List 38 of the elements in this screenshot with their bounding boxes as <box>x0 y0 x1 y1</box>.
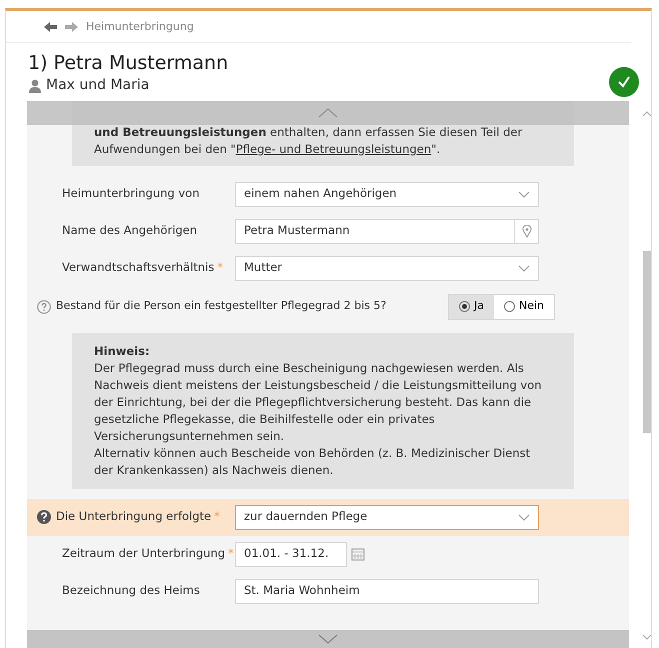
text-field[interactable]: St. Maria Wohnheim <box>235 578 539 604</box>
field-label: Die Unterbringung erfolgte <box>56 508 212 526</box>
person-icon <box>28 78 42 93</box>
field-label: Bezeichnung des Heims <box>62 582 200 600</box>
scroll-up-bar[interactable] <box>27 100 630 124</box>
date-field[interactable]: 01.01. - 31.12. <box>235 542 347 566</box>
forward-arrow-icon[interactable] <box>65 22 78 32</box>
person-subtitle: Max und Maria <box>46 76 150 96</box>
field-label: Zeitraum der Unterbringung <box>62 545 226 562</box>
required-mark: * <box>214 508 220 526</box>
hint-text: Der Pflegegrad muss durch eine Bescheinigung nachgewiesen werden. Als Nachweis dient meistens der Leistungsbescheid / die Leistungsmitteilung von der Einrichtung, bei der die Pflegepflichtversicherung besteht. Das kann die gesetzliche Pflegekasse, die Beihilfestelle oder ein privates Versicherungsunternehmen sein. <box>94 360 543 444</box>
chevron-down-icon <box>318 634 338 644</box>
chevron-up-icon <box>318 108 338 118</box>
location-pin-icon <box>522 224 532 238</box>
dropdown-field[interactable]: zur dauernden Pflege <box>235 504 539 530</box>
calendar-icon[interactable] <box>351 547 365 561</box>
chevron-down-icon[interactable] <box>518 190 530 198</box>
question-label: Bestand für die Person ein festgestellter Pflegegrad 2 bis 5? <box>56 298 386 314</box>
dropdown-field[interactable]: einem nahen Angehörigen <box>235 182 539 206</box>
back-arrow-icon[interactable] <box>44 22 57 32</box>
person-title: 1) Petra Mustermann <box>28 50 230 76</box>
chevron-down-icon[interactable] <box>518 264 530 272</box>
scrollbar-thumb[interactable] <box>643 250 651 432</box>
hint-text: Alternativ können auch Bescheide von Behörden (z. B. Medizinischer Dienst der Krankenkassen) als Nachweis dienen. <box>94 444 532 478</box>
breadcrumb-title: Heimunterbringung <box>86 19 194 35</box>
hint-title: Hinweis: <box>94 342 151 360</box>
chevron-down-icon[interactable] <box>518 514 530 520</box>
field-label: Verwandtschaftsverhältnis <box>62 259 214 276</box>
radio-option[interactable]: Ja <box>449 294 494 318</box>
text-field[interactable]: Petra Mustermann <box>235 218 539 244</box>
field-label: Name des Angehörigen <box>62 222 198 240</box>
required-mark: * <box>228 545 234 562</box>
help-icon <box>37 510 51 524</box>
required-mark: * <box>217 259 223 276</box>
dropdown-field[interactable]: Mutter <box>235 256 539 280</box>
help-icon <box>37 300 51 314</box>
field-label: Heimunterbringung von <box>62 185 200 202</box>
hint-link[interactable]: Pflege- und Betreuungsleistungen <box>236 142 432 156</box>
